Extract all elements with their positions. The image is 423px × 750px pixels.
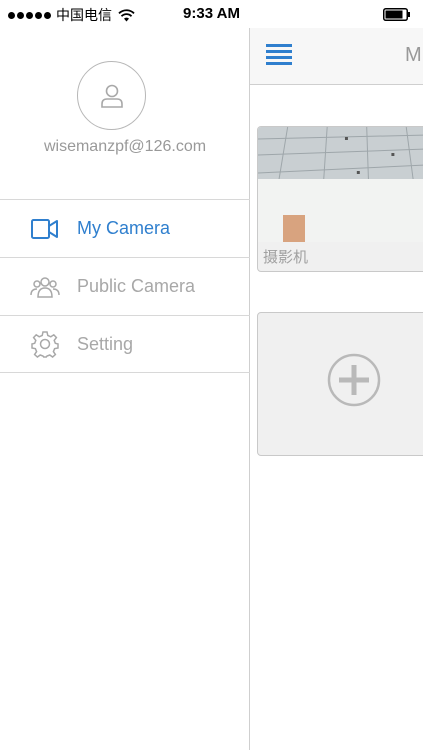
status-time: 9:33 AM xyxy=(183,5,240,22)
camera-card[interactable]: 摄影机 xyxy=(257,126,423,272)
status-bar: 中国电信 9:33 AM xyxy=(0,0,423,28)
page-title: M xyxy=(405,44,422,66)
camera-thumbnail xyxy=(258,127,423,242)
menu-item-setting[interactable]: Setting xyxy=(0,315,250,373)
menu-item-label: Setting xyxy=(77,333,134,354)
menu-item-public-camera[interactable]: Public Camera xyxy=(0,257,250,315)
navigation-bar: M xyxy=(250,28,423,85)
hamburger-menu-icon[interactable] xyxy=(266,44,292,65)
camera-name: 摄影机 xyxy=(263,248,309,266)
menu-item-label: Public Camera xyxy=(77,276,196,296)
battery-icon xyxy=(383,8,410,21)
avatar[interactable] xyxy=(77,61,146,130)
add-camera-button[interactable] xyxy=(257,312,423,456)
drawer-menu: My Camera Public Camera Setting xyxy=(0,199,250,373)
user-icon xyxy=(100,84,123,108)
plus-circle-icon xyxy=(327,353,381,407)
people-icon xyxy=(30,272,60,302)
main-content: M 摄影机 xyxy=(250,28,423,750)
video-camera-icon xyxy=(30,214,60,244)
app-screen: 中国电信 9:33 AM M 摄影机 wisemanzpf@126.com My… xyxy=(0,0,423,750)
side-drawer: wisemanzpf@126.com My Camera Public Came… xyxy=(0,28,250,750)
menu-item-label: My Camera xyxy=(77,218,171,238)
gear-icon xyxy=(30,329,60,359)
menu-item-my-camera[interactable]: My Camera xyxy=(0,199,250,257)
account-email: wisemanzpf@126.com xyxy=(43,138,207,155)
